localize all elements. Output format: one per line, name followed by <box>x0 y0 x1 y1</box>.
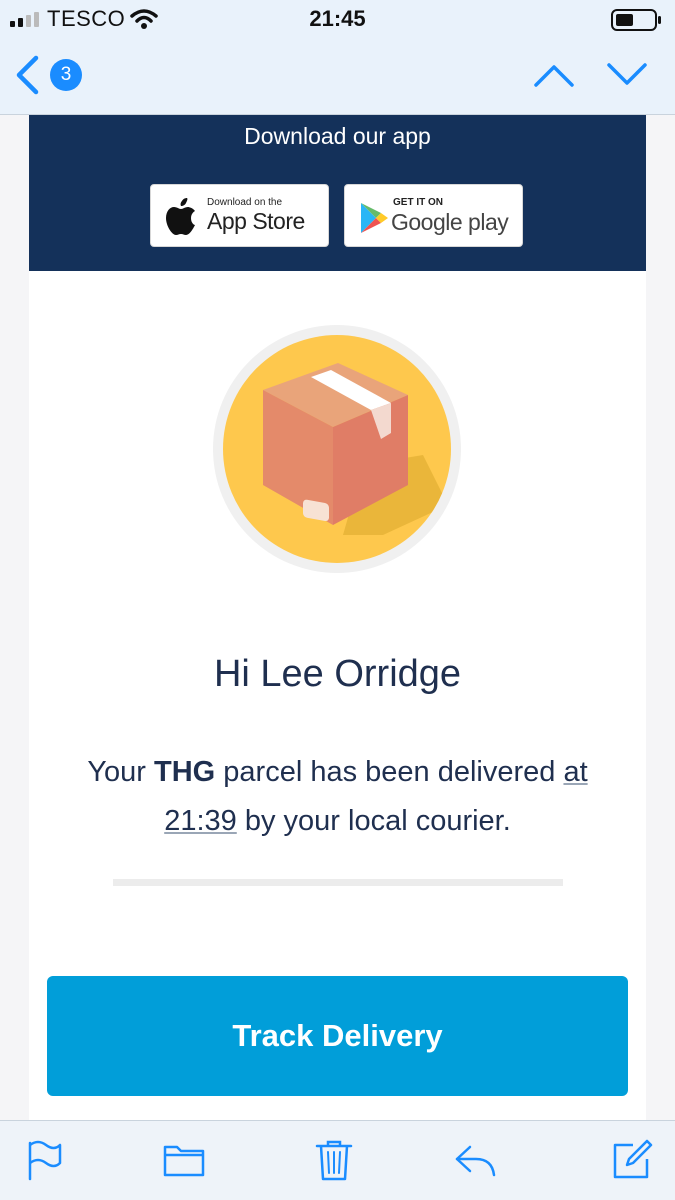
folder-icon[interactable] <box>163 1139 205 1181</box>
status-time: 21:45 <box>309 6 366 31</box>
parcel-box-icon <box>263 363 448 535</box>
compose-icon[interactable] <box>611 1139 653 1181</box>
gplay-big-text: Google play <box>391 209 509 235</box>
chevron-up-icon[interactable] <box>533 62 575 88</box>
parcel-illustration <box>213 325 461 573</box>
apple-icon <box>166 198 195 235</box>
chevron-left-icon[interactable] <box>12 54 42 96</box>
mail-nav-bar: 3 <box>0 40 675 112</box>
divider <box>113 879 563 886</box>
status-bar: TESCO 21:45 <box>0 0 675 38</box>
gplay-small-text: GET IT ON <box>393 197 443 208</box>
message-text-2: parcel has been delivered <box>215 756 564 788</box>
chevron-down-icon[interactable] <box>606 62 648 88</box>
delivery-message: Your THG parcel has been delivered at 21:… <box>49 748 626 846</box>
brand-name: THG <box>154 756 216 788</box>
bottom-toolbar <box>0 1120 675 1200</box>
email-body: Download our app Download on the App Sto… <box>29 0 646 1120</box>
app-store-badge[interactable]: Download on the App Store <box>150 184 329 247</box>
app-download-banner: Download our app Download on the App Sto… <box>29 115 646 271</box>
trash-icon[interactable] <box>313 1139 355 1181</box>
delivery-time-link-1[interactable]: at <box>563 756 587 788</box>
greeting-heading: Hi Lee Orridge <box>213 653 462 695</box>
app-banner-title: Download our app <box>244 123 431 149</box>
track-delivery-button[interactable]: Track Delivery <box>47 976 628 1096</box>
appstore-small-text: Download on the <box>207 197 283 208</box>
flag-icon[interactable] <box>24 1139 66 1181</box>
google-play-icon <box>361 203 388 233</box>
unread-count-badge[interactable]: 3 <box>50 59 82 91</box>
appstore-big-text: App Store <box>207 208 305 234</box>
message-text-3: by your local courier. <box>236 805 511 837</box>
top-navigation: TESCO 21:45 3 <box>0 0 675 115</box>
message-text-1: Your <box>87 756 154 788</box>
battery-icon <box>611 9 661 31</box>
delivery-time-link-2[interactable]: 21:39 <box>164 805 237 837</box>
parcel-circle <box>223 335 451 563</box>
reply-icon[interactable] <box>454 1139 496 1181</box>
google-play-badge[interactable]: GET IT ON Google play <box>344 184 523 247</box>
